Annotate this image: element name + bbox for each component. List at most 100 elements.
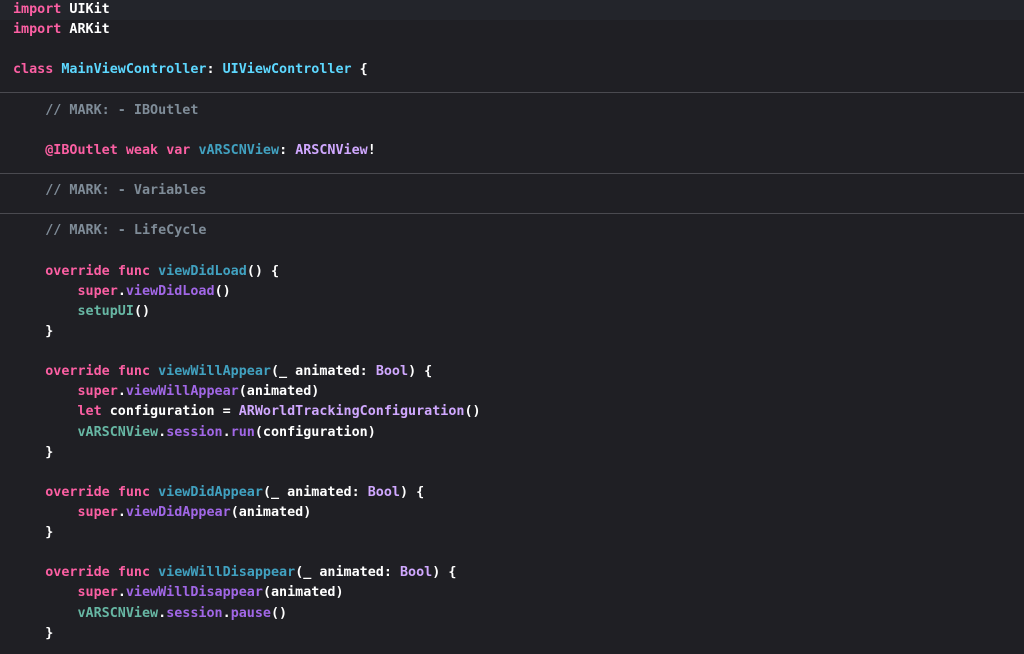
code-token-self: viewDidLoad [125, 283, 215, 299]
code-line[interactable]: setupUI() [0, 302, 1024, 322]
mark-divider [0, 212, 1024, 214]
code-line[interactable]: } [0, 443, 1024, 463]
code-line[interactable] [0, 40, 1024, 60]
code-line[interactable]: super.viewDidAppear(animated) [0, 503, 1024, 523]
code-token-self: run [230, 424, 255, 440]
code-token-plain: () { [246, 263, 280, 279]
code-token-self: viewWillDisappear [125, 585, 263, 601]
code-line[interactable]: override func viewDidLoad() { [0, 262, 1024, 282]
code-line[interactable]: super.viewWillAppear(animated) [0, 382, 1024, 402]
code-editor[interactable]: import UIKit import ARKit class MainViewCo… [0, 0, 1024, 654]
code-token-plain: . [222, 605, 231, 621]
code-line[interactable]: } [0, 322, 1024, 342]
code-line[interactable]: } [0, 523, 1024, 543]
code-token-plain: (_ animated: [295, 565, 400, 581]
code-line[interactable]: override func viewWillAppear(_ animated:… [0, 362, 1024, 382]
code-token-ident: vARSCNView [198, 142, 280, 158]
code-line[interactable]: vARSCNView.session.run(configuration) [0, 423, 1024, 443]
code-line[interactable]: } [0, 624, 1024, 644]
code-line[interactable]: @IBOutlet weak var vARSCNView: ARSCNView… [0, 141, 1024, 161]
code-token-plain: (_ animated: [271, 364, 376, 380]
code-line[interactable] [0, 201, 1024, 221]
code-token-plain: ) { [432, 565, 457, 581]
code-token-typeref: Bool [367, 484, 400, 500]
code-token-kw: override [45, 484, 110, 500]
code-token-plain: } [13, 525, 54, 541]
code-line[interactable]: override func viewWillDisappear(_ animat… [0, 563, 1024, 583]
code-line[interactable]: import ARKit [0, 20, 1024, 40]
code-line[interactable] [0, 543, 1024, 563]
code-token-plain: } [13, 444, 54, 460]
code-token-plain: (animated) [230, 505, 312, 520]
code-token-plain: } [13, 323, 54, 339]
code-line[interactable] [0, 121, 1024, 141]
code-token-kw: super [77, 384, 118, 400]
code-token-typeref: Bool [400, 565, 433, 581]
code-token-plain: () [464, 404, 481, 420]
mark-divider [0, 92, 1024, 94]
code-token-typeref: Bool [375, 364, 409, 380]
code-line[interactable] [0, 241, 1024, 261]
code-line[interactable]: // MARK: - Variables [0, 181, 1024, 201]
code-token-kw: func [117, 565, 151, 581]
code-token-ident: viewWillAppear [158, 364, 271, 380]
code-line[interactable]: // MARK: - LifeCycle [0, 221, 1024, 241]
code-token-plain: . [117, 384, 126, 400]
code-line[interactable]: class MainViewController: UIViewControll… [0, 60, 1024, 80]
code-token-kw: func [117, 263, 151, 279]
code-token-plain: () [214, 283, 231, 299]
code-token-method: vARSCNView [77, 424, 159, 440]
code-token-self: viewDidAppear [125, 505, 231, 520]
code-line[interactable] [0, 80, 1024, 100]
code-line[interactable]: import UIKit [0, 0, 1024, 20]
code-line[interactable]: // MARK: - IBOutlet [0, 101, 1024, 121]
code-token-ident: viewDidLoad [158, 263, 247, 279]
code-line[interactable]: override func viewDidAppear(_ animated: … [0, 483, 1024, 503]
code-token-plain: { [351, 62, 368, 78]
code-token-plain: . [117, 585, 126, 601]
code-token-plain: ! [367, 142, 376, 158]
code-token-method: setupUI [77, 303, 134, 319]
code-token-plain: () [271, 605, 288, 621]
code-line[interactable]: vARSCNView.session.pause() [0, 604, 1024, 624]
code-token-kw: let [77, 404, 102, 420]
code-token-comment: // MARK: - LifeCycle [13, 223, 207, 239]
code-token-self: pause [230, 605, 271, 621]
code-token-plain: () [133, 303, 151, 319]
code-token-comment: // MARK: - Variables [13, 183, 207, 199]
code-token-plain: . [158, 605, 167, 621]
code-line[interactable]: super.viewDidLoad() [0, 282, 1024, 302]
code-token-plain: (animated) [238, 384, 320, 400]
code-token-kw: override [45, 364, 110, 380]
code-line[interactable] [0, 463, 1024, 483]
code-token-kw: var [166, 142, 191, 158]
code-token-plain: ) { [400, 484, 425, 500]
code-line[interactable] [0, 161, 1024, 181]
code-token-typedecl: UIViewController [222, 62, 352, 78]
code-token-plain: : [279, 142, 296, 158]
code-line[interactable]: super.viewWillDisappear(animated) [0, 583, 1024, 603]
code-token-kw: @IBOutlet [45, 142, 118, 158]
code-token-plain: . [117, 505, 126, 520]
code-token-ident: viewWillDisappear [158, 565, 296, 581]
code-token-kw: import [13, 22, 62, 38]
code-token-typeref: ARSCNView [295, 142, 368, 158]
code-token-method: vARSCNView [77, 605, 159, 621]
code-line[interactable]: let configuration = ARWorldTrackingConfi… [0, 402, 1024, 422]
code-line[interactable] [0, 342, 1024, 362]
